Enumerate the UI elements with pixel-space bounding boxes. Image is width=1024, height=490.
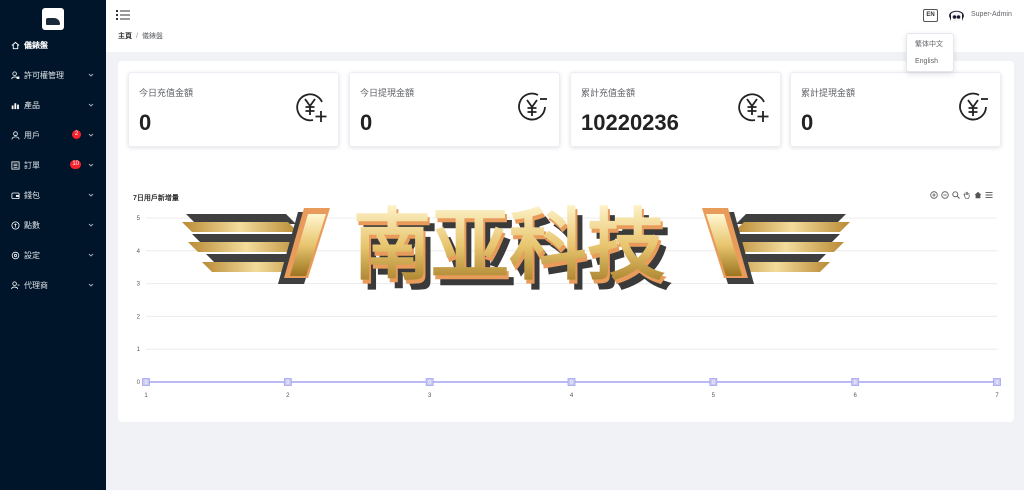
stat-value: 0 <box>801 110 814 135</box>
chevron-down-icon <box>88 73 94 77</box>
logo <box>42 8 64 30</box>
breadcrumb: 主頁 / 儀錶盤 <box>118 31 163 41</box>
stat-title: 今日充值金額 <box>139 88 194 98</box>
stat-card-today-deposit: 今日充值金額 0 <box>128 72 339 147</box>
user-icon <box>10 130 20 140</box>
notification-badge: 10 <box>70 160 81 169</box>
chevron-down-icon <box>88 283 94 287</box>
data-label: 0 <box>145 380 148 386</box>
avatar[interactable] <box>948 7 965 24</box>
chevron-down-icon <box>88 163 94 167</box>
sidebar-item-label: 代理商 <box>24 280 48 290</box>
x-tick-label: 1 <box>144 393 148 399</box>
sidebar-item-4[interactable]: 訂單 10 <box>0 150 106 180</box>
stat-value: 10220236 <box>581 110 679 135</box>
sidebar-menu: 儀錶盤許可權管理產品用戶 2 訂單 10 錢包點數設定代理商 <box>0 30 106 300</box>
y-tick-label: 4 <box>137 249 141 255</box>
stat-title: 累計提現金額 <box>801 88 856 98</box>
x-tick-label: 3 <box>428 393 432 399</box>
chevron-down-icon <box>88 193 94 197</box>
stat-card-total-deposit: 累計充值金額 10220236 <box>570 72 781 147</box>
line-chart: 0123451 2 3 4 5 6 70 0 0 0 0 0 0 <box>137 216 1001 399</box>
language-dropdown: 繁体中文 English <box>906 33 954 72</box>
sidebar-item-0[interactable]: 儀錶盤 <box>0 30 106 60</box>
chevron-down-icon <box>88 253 94 257</box>
yen-minus-icon <box>959 92 988 121</box>
data-label: 0 <box>286 380 289 386</box>
y-tick-label: 1 <box>137 347 141 353</box>
sidebar-item-2[interactable]: 產品 <box>0 90 106 120</box>
user-name[interactable]: Super-Admin <box>971 11 1012 18</box>
y-tick-label: 5 <box>137 216 141 222</box>
chevron-down-icon <box>88 223 94 227</box>
breadcrumb-home[interactable]: 主頁 <box>118 33 132 40</box>
language-option-english[interactable]: English <box>907 53 953 70</box>
sidebar-item-label: 儀錶盤 <box>24 40 48 50</box>
breadcrumb-current: 儀錶盤 <box>141 33 163 40</box>
home-icon <box>10 40 20 50</box>
data-label: 0 <box>428 380 431 386</box>
sidebar-item-1[interactable]: 許可權管理 <box>0 60 106 90</box>
sidebar-item-8[interactable]: 代理商 <box>0 270 106 300</box>
chart-container: 7日用戶新增量 01234512345670000000 <box>118 180 1014 410</box>
chevron-down-icon <box>88 133 94 137</box>
wallet-icon <box>10 190 20 200</box>
sidebar-item-7[interactable]: 設定 <box>0 240 106 270</box>
breadcrumb-separator: / <box>136 33 138 40</box>
sidebar-item-3[interactable]: 用戶 2 <box>0 120 106 150</box>
y-tick-label: 0 <box>137 380 141 386</box>
stat-card-total-withdraw: 累計提現金額 0 <box>790 72 1001 147</box>
stat-title: 今日提現金額 <box>360 88 415 98</box>
stat-title: 累計充值金額 <box>581 88 636 98</box>
user-lock-icon <box>10 70 20 80</box>
language-option-traditional-chinese[interactable]: 繁体中文 <box>907 36 953 53</box>
x-tick-label: 2 <box>286 393 290 399</box>
sidebar-item-6[interactable]: 點數 <box>0 210 106 240</box>
settings-icon <box>10 250 20 260</box>
x-tick-label: 7 <box>995 393 999 399</box>
stat-value: 0 <box>360 110 373 135</box>
sidebar-item-5[interactable]: 錢包 <box>0 180 106 210</box>
language-button[interactable]: EN <box>923 9 938 22</box>
yen-plus-icon <box>738 93 769 122</box>
data-label: 0 <box>854 380 857 386</box>
x-tick-label: 4 <box>570 393 574 399</box>
data-label: 0 <box>570 380 573 386</box>
agent-icon <box>10 280 20 290</box>
data-label: 0 <box>996 380 999 386</box>
yen-plus-icon <box>296 93 327 122</box>
y-tick-label: 2 <box>137 314 141 320</box>
sidebar-item-label: 點數 <box>24 220 40 230</box>
sidebar-item-label: 錢包 <box>24 190 40 200</box>
list-icon <box>10 160 20 170</box>
sidebar-item-label: 許可權管理 <box>24 70 64 80</box>
stat-card-today-withdraw: 今日提現金額 0 <box>349 72 560 147</box>
sidebar-item-label: 訂單 <box>24 160 40 170</box>
sidebar-item-label: 設定 <box>24 250 40 260</box>
stat-value: 0 <box>139 110 152 135</box>
menu-toggle-icon[interactable] <box>116 9 130 21</box>
x-tick-label: 6 <box>853 393 857 399</box>
data-label: 0 <box>712 380 715 386</box>
sidebar-item-label: 用戶 <box>24 130 40 140</box>
points-icon <box>10 220 20 230</box>
yen-minus-icon <box>518 92 547 121</box>
sidebar-item-label: 產品 <box>24 100 40 110</box>
y-tick-label: 3 <box>137 282 141 288</box>
chevron-down-icon <box>88 103 94 107</box>
bar-chart-icon <box>10 100 20 110</box>
notification-badge: 2 <box>72 130 81 139</box>
sidebar: 儀錶盤許可權管理產品用戶 2 訂單 10 錢包點數設定代理商 <box>0 0 106 490</box>
x-tick-label: 5 <box>712 393 716 399</box>
header: 主頁 / 儀錶盤 EN Super-Admin <box>106 0 1024 52</box>
